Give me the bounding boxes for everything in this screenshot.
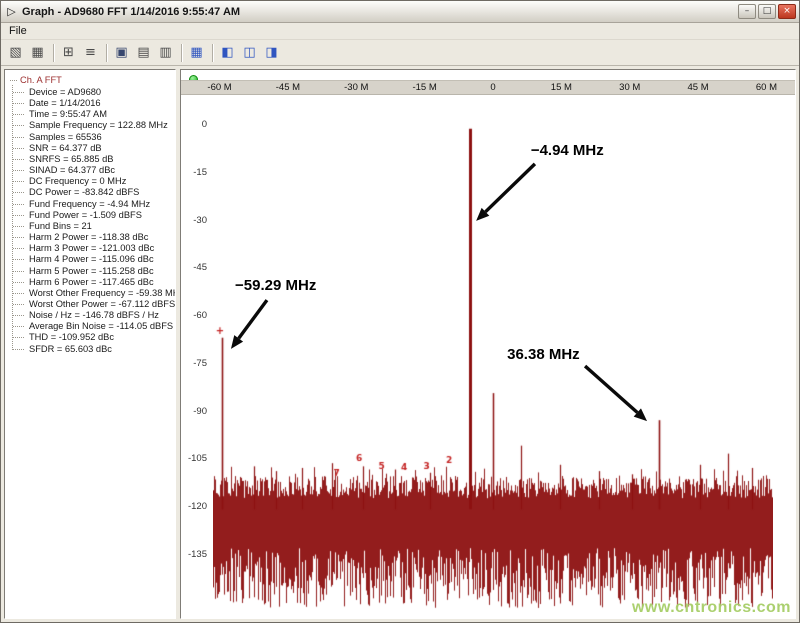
tree-items: Device = AD9680Date = 1/14/2016Time = 9:…: [7, 87, 173, 355]
toolbar-separator: [106, 44, 107, 62]
app-icon: ▷: [4, 5, 19, 18]
tree-item[interactable]: Worst Other Power = -67.112 dBFS: [20, 299, 173, 310]
x-tick-label: 45 M: [680, 81, 716, 94]
y-tick-label: -105: [181, 453, 207, 464]
x-tick-label: 15 M: [543, 81, 579, 94]
tree-root[interactable]: Ch. A FFT: [7, 74, 173, 87]
menu-file[interactable]: File: [1, 24, 35, 38]
close-button[interactable]: ×: [778, 4, 796, 19]
y-axis: 0 -15 -30 -45 -60 -75 -90 -105 -120 -135: [181, 97, 210, 618]
results-tree-panel: Ch. A FFT Device = AD9680Date = 1/14/201…: [4, 69, 176, 619]
x-tick-label: 60 M: [748, 81, 784, 94]
tree-item[interactable]: Harm 4 Power = -115.096 dBc: [20, 254, 173, 265]
y-tick-label: -30: [181, 215, 207, 226]
toolbar-separator: [181, 44, 182, 62]
fft-canvas[interactable]: [213, 97, 773, 609]
tree-connector: [10, 80, 17, 81]
pane-left-button[interactable]: ◧: [217, 43, 238, 63]
x-tick-label: -60 M: [202, 81, 238, 94]
menu-bar: File: [1, 23, 799, 40]
print-button[interactable]: ▤: [133, 43, 154, 63]
title-bar[interactable]: ▷ Graph - AD9680 FFT 1/14/2016 9:55:47 A…: [1, 1, 799, 23]
tree-item[interactable]: Device = AD9680: [20, 87, 173, 98]
x-tick-label: -15 M: [407, 81, 443, 94]
tree-item[interactable]: SNR = 64.377 dB: [20, 143, 173, 154]
minimize-button[interactable]: –: [738, 4, 756, 19]
grid-view-button[interactable]: ▦: [186, 43, 207, 63]
graph-setup-button[interactable]: ⊞: [58, 43, 79, 63]
maximize-button[interactable]: □: [758, 4, 776, 19]
tree-item[interactable]: Harm 6 Power = -117.465 dBc: [20, 277, 173, 288]
tree-item[interactable]: Fund Bins = 21: [20, 221, 173, 232]
text-labels-button[interactable]: ≡: [80, 43, 101, 63]
tree-item[interactable]: Average Bin Noise = -114.05 dBFS: [20, 321, 173, 332]
y-tick-label: -45: [181, 262, 207, 273]
y-tick-label: 0: [181, 119, 207, 130]
tree-item[interactable]: Noise / Hz = -146.78 dBFS / Hz: [20, 310, 173, 321]
window-title: Graph - AD9680 FFT 1/14/2016 9:55:47 AM: [19, 6, 736, 18]
tree-item[interactable]: Worst Other Frequency = -59.38 MHz: [20, 288, 173, 299]
x-tick-label: -45 M: [270, 81, 306, 94]
app-window: ▷ Graph - AD9680 FFT 1/14/2016 9:55:47 A…: [0, 0, 800, 623]
tree-item[interactable]: DC Power = -83.842 dBFS: [20, 187, 173, 198]
y-tick-label: -135: [181, 549, 207, 560]
copy-button[interactable]: ▥: [155, 43, 176, 63]
y-tick-label: -90: [181, 406, 207, 417]
x-tick-label: 0: [475, 81, 511, 94]
pane-split-button[interactable]: ◫: [239, 43, 260, 63]
tree-item[interactable]: Time = 9:55:47 AM: [20, 109, 173, 120]
tree-item[interactable]: Harm 3 Power = -121.003 dBc: [20, 243, 173, 254]
x-tick-label: 30 M: [612, 81, 648, 94]
y-tick-label: -60: [181, 310, 207, 321]
content-area: Ch. A FFT Device = AD9680Date = 1/14/201…: [1, 66, 799, 622]
data-grid-button[interactable]: ▦: [27, 43, 48, 63]
watermark: www.cntronics.com: [632, 599, 791, 617]
pane-right-button[interactable]: ◨: [261, 43, 282, 63]
tree-item[interactable]: Sample Frequency = 122.88 MHz: [20, 120, 173, 131]
tree-item[interactable]: Fund Frequency = -4.94 MHz: [20, 199, 173, 210]
x-axis: -60 M -45 M -30 M -15 M 0 15 M 30 M 45 M 60 M: [181, 80, 795, 95]
y-tick-label: -75: [181, 358, 207, 369]
export-image-button[interactable]: ▧: [5, 43, 26, 63]
tree-item[interactable]: Harm 2 Power = -118.38 dBc: [20, 232, 173, 243]
plot-panel: -60 M-45 M-30 M-15 M015 M30 M45 M60 M 0-…: [180, 69, 796, 619]
tree-item[interactable]: Samples = 65536: [20, 132, 173, 143]
tree-item[interactable]: Harm 5 Power = -115.258 dBc: [20, 266, 173, 277]
save-button[interactable]: ▣: [111, 43, 132, 63]
tree-item[interactable]: Fund Power = -1.509 dBFS: [20, 210, 173, 221]
x-tick-label: -30 M: [338, 81, 374, 94]
tree-item[interactable]: DC Frequency = 0 MHz: [20, 176, 173, 187]
tree-item[interactable]: SNRFS = 65.885 dB: [20, 154, 173, 165]
y-tick-label: -15: [181, 167, 207, 178]
toolbar: ▧▦⊞≡▣▤▥▦◧◫◨: [1, 40, 799, 66]
toolbar-separator: [53, 44, 54, 62]
y-tick-label: -120: [181, 501, 207, 512]
tree-item[interactable]: Date = 1/14/2016: [20, 98, 173, 109]
tree-item[interactable]: THD = -109.952 dBc: [20, 332, 173, 343]
tree-item[interactable]: SINAD = 64.377 dBc: [20, 165, 173, 176]
toolbar-separator: [212, 44, 213, 62]
tree-root-label: Ch. A FFT: [20, 74, 62, 87]
tree-item[interactable]: SFDR = 65.603 dBc: [20, 344, 173, 355]
